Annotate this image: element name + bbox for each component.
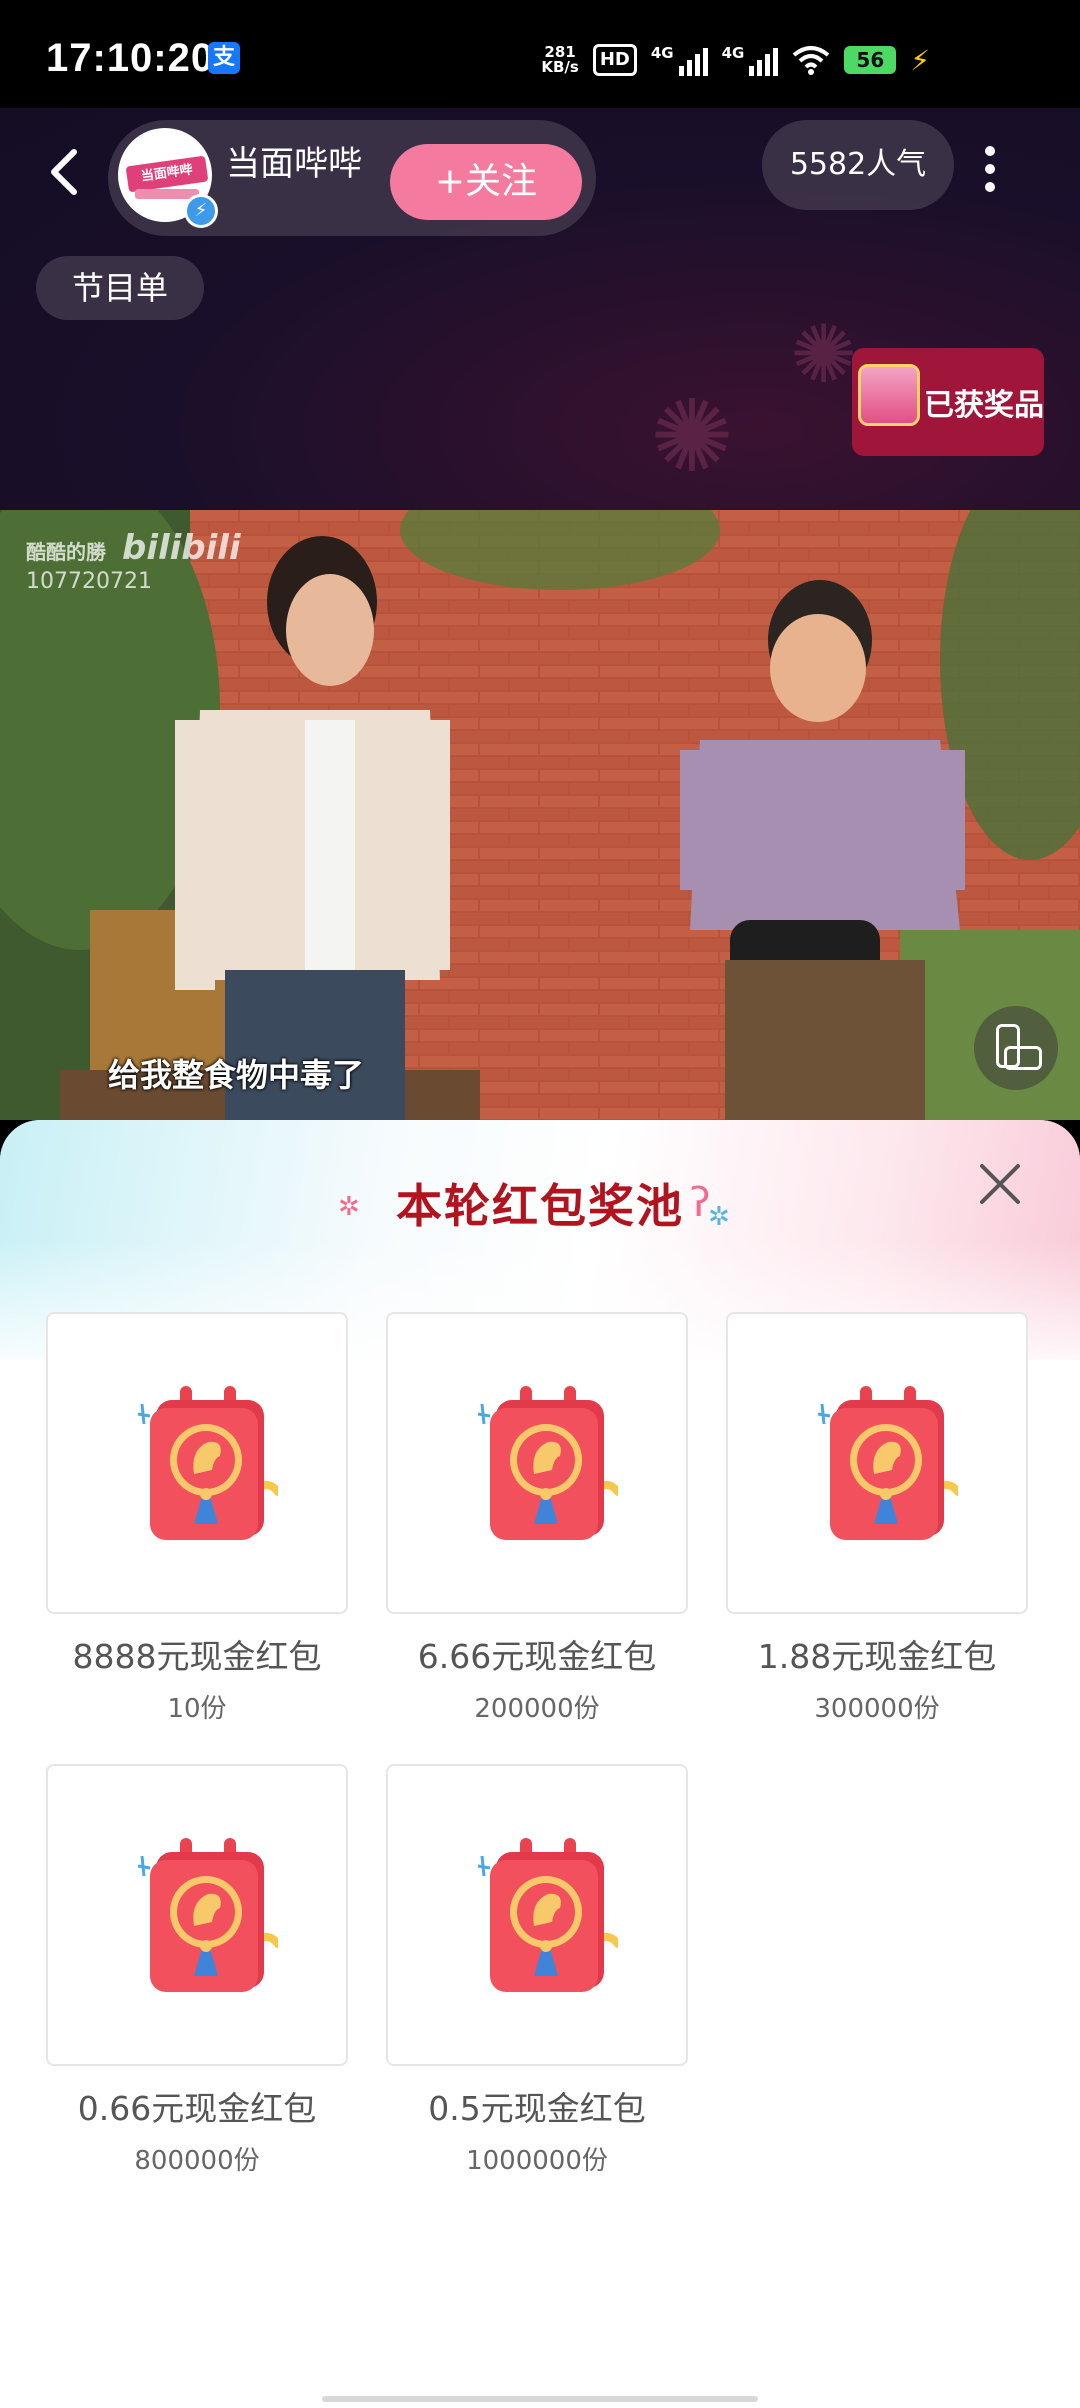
red-packet-count: 800000份 <box>134 2146 260 2176</box>
clock: 17:10:20 <box>46 36 215 80</box>
sparkle-icon: ✲ <box>708 1202 730 1232</box>
red-packet-card <box>726 1312 1028 1614</box>
battery-icon: 56 <box>844 46 897 74</box>
prize-button[interactable]: 已获奖品 <box>852 348 1044 456</box>
red-packet-card <box>46 1312 348 1614</box>
wifi-icon <box>793 46 830 75</box>
video-watermark: 酷酷的勝 107720721 bilibili <box>26 528 241 594</box>
close-button[interactable] <box>976 1160 1024 1208</box>
red-packet-count: 1000000份 <box>466 2146 608 2176</box>
net-speed-unit: KB/s <box>541 58 579 76</box>
close-icon <box>980 1164 1020 1204</box>
lightning-verify-icon: ⚡ <box>184 194 218 228</box>
host-name: 当面哔哔 <box>226 144 362 184</box>
red-packet-amount: 0.5元现金红包 <box>428 2089 646 2128</box>
red-packet-amount: 1.88元现金红包 <box>757 1637 997 1676</box>
pool-title: 本轮红包奖池 <box>396 1179 684 1233</box>
bilibili-logo: bilibili <box>122 528 241 568</box>
follow-button[interactable]: +关注 <box>390 144 582 220</box>
red-packet-icon <box>137 1386 278 1540</box>
watermark-id: 107720721 <box>26 569 152 594</box>
red-packet-count: 300000份 <box>814 1694 940 1724</box>
live-header: 当面哔哔 ⚡ 当面哔哔 +关注 5582人气 节目单 ✺ ✺ 已获奖品 <box>0 108 1080 510</box>
sim1-label: 4G <box>650 44 674 62</box>
red-packet-icon <box>137 1838 278 1992</box>
home-indicator[interactable] <box>322 2396 758 2402</box>
red-packet-count: 200000份 <box>474 1694 600 1724</box>
charging-icon: ⚡ <box>910 43 930 77</box>
red-packet-card <box>386 1764 688 2066</box>
red-packet-icon <box>477 1838 618 1992</box>
video-subtitle: 给我整食物中毒了 <box>108 1056 365 1094</box>
sim2-label: 4G <box>721 44 745 62</box>
back-button[interactable] <box>44 146 88 198</box>
prize-label: 已获奖品 <box>924 388 1044 423</box>
host-info[interactable]: 当面哔哔 ⚡ 当面哔哔 +关注 <box>108 120 596 236</box>
popularity-badge[interactable]: 5582人气 <box>762 120 954 210</box>
status-bar: 17:10:20 支 281 KB/s HD 4G 4G 56 ⚡ <box>0 0 1080 108</box>
red-packet-card <box>386 1312 688 1614</box>
red-packet-count: 10份 <box>167 1694 227 1724</box>
more-options-icon[interactable] <box>980 146 1000 202</box>
hd-icon: HD <box>592 44 637 76</box>
video-frame <box>0 510 1080 1120</box>
red-packet-pool-sheet: ✲ 本轮红包奖池 ʔ ✲ 8888元现金红包 10份 6.66元现金红包 200… <box>0 1120 1080 2408</box>
chevron-left-icon <box>51 149 77 195</box>
avatar-logo-text: 当面哔哔 <box>125 155 209 193</box>
firework-decoration: ✺ <box>790 308 858 401</box>
gift-icon <box>858 364 920 426</box>
red-packet-card <box>46 1764 348 2066</box>
program-list-button[interactable]: 节目单 <box>36 256 204 320</box>
alipay-icon: 支 <box>208 42 240 74</box>
net-speed: 281 KB/s <box>541 45 578 75</box>
signal-icon-1: 4G <box>651 44 708 76</box>
video-player[interactable]: 酷酷的勝 107720721 bilibili 给我整食物中毒了 <box>0 510 1080 1120</box>
red-packet-amount: 0.66元现金红包 <box>77 2089 317 2128</box>
red-packet-icon <box>817 1386 958 1540</box>
red-packet-amount: 8888元现金红包 <box>72 1637 322 1676</box>
status-icons: 281 KB/s HD 4G 4G 56 ⚡ <box>541 40 930 80</box>
rotate-screen-button[interactable] <box>974 1006 1058 1090</box>
red-packet-amount: 6.66元现金红包 <box>417 1637 657 1676</box>
signal-icon-2: 4G <box>722 44 779 76</box>
red-packet-icon <box>477 1386 618 1540</box>
firework-decoration: ✺ <box>650 378 734 495</box>
